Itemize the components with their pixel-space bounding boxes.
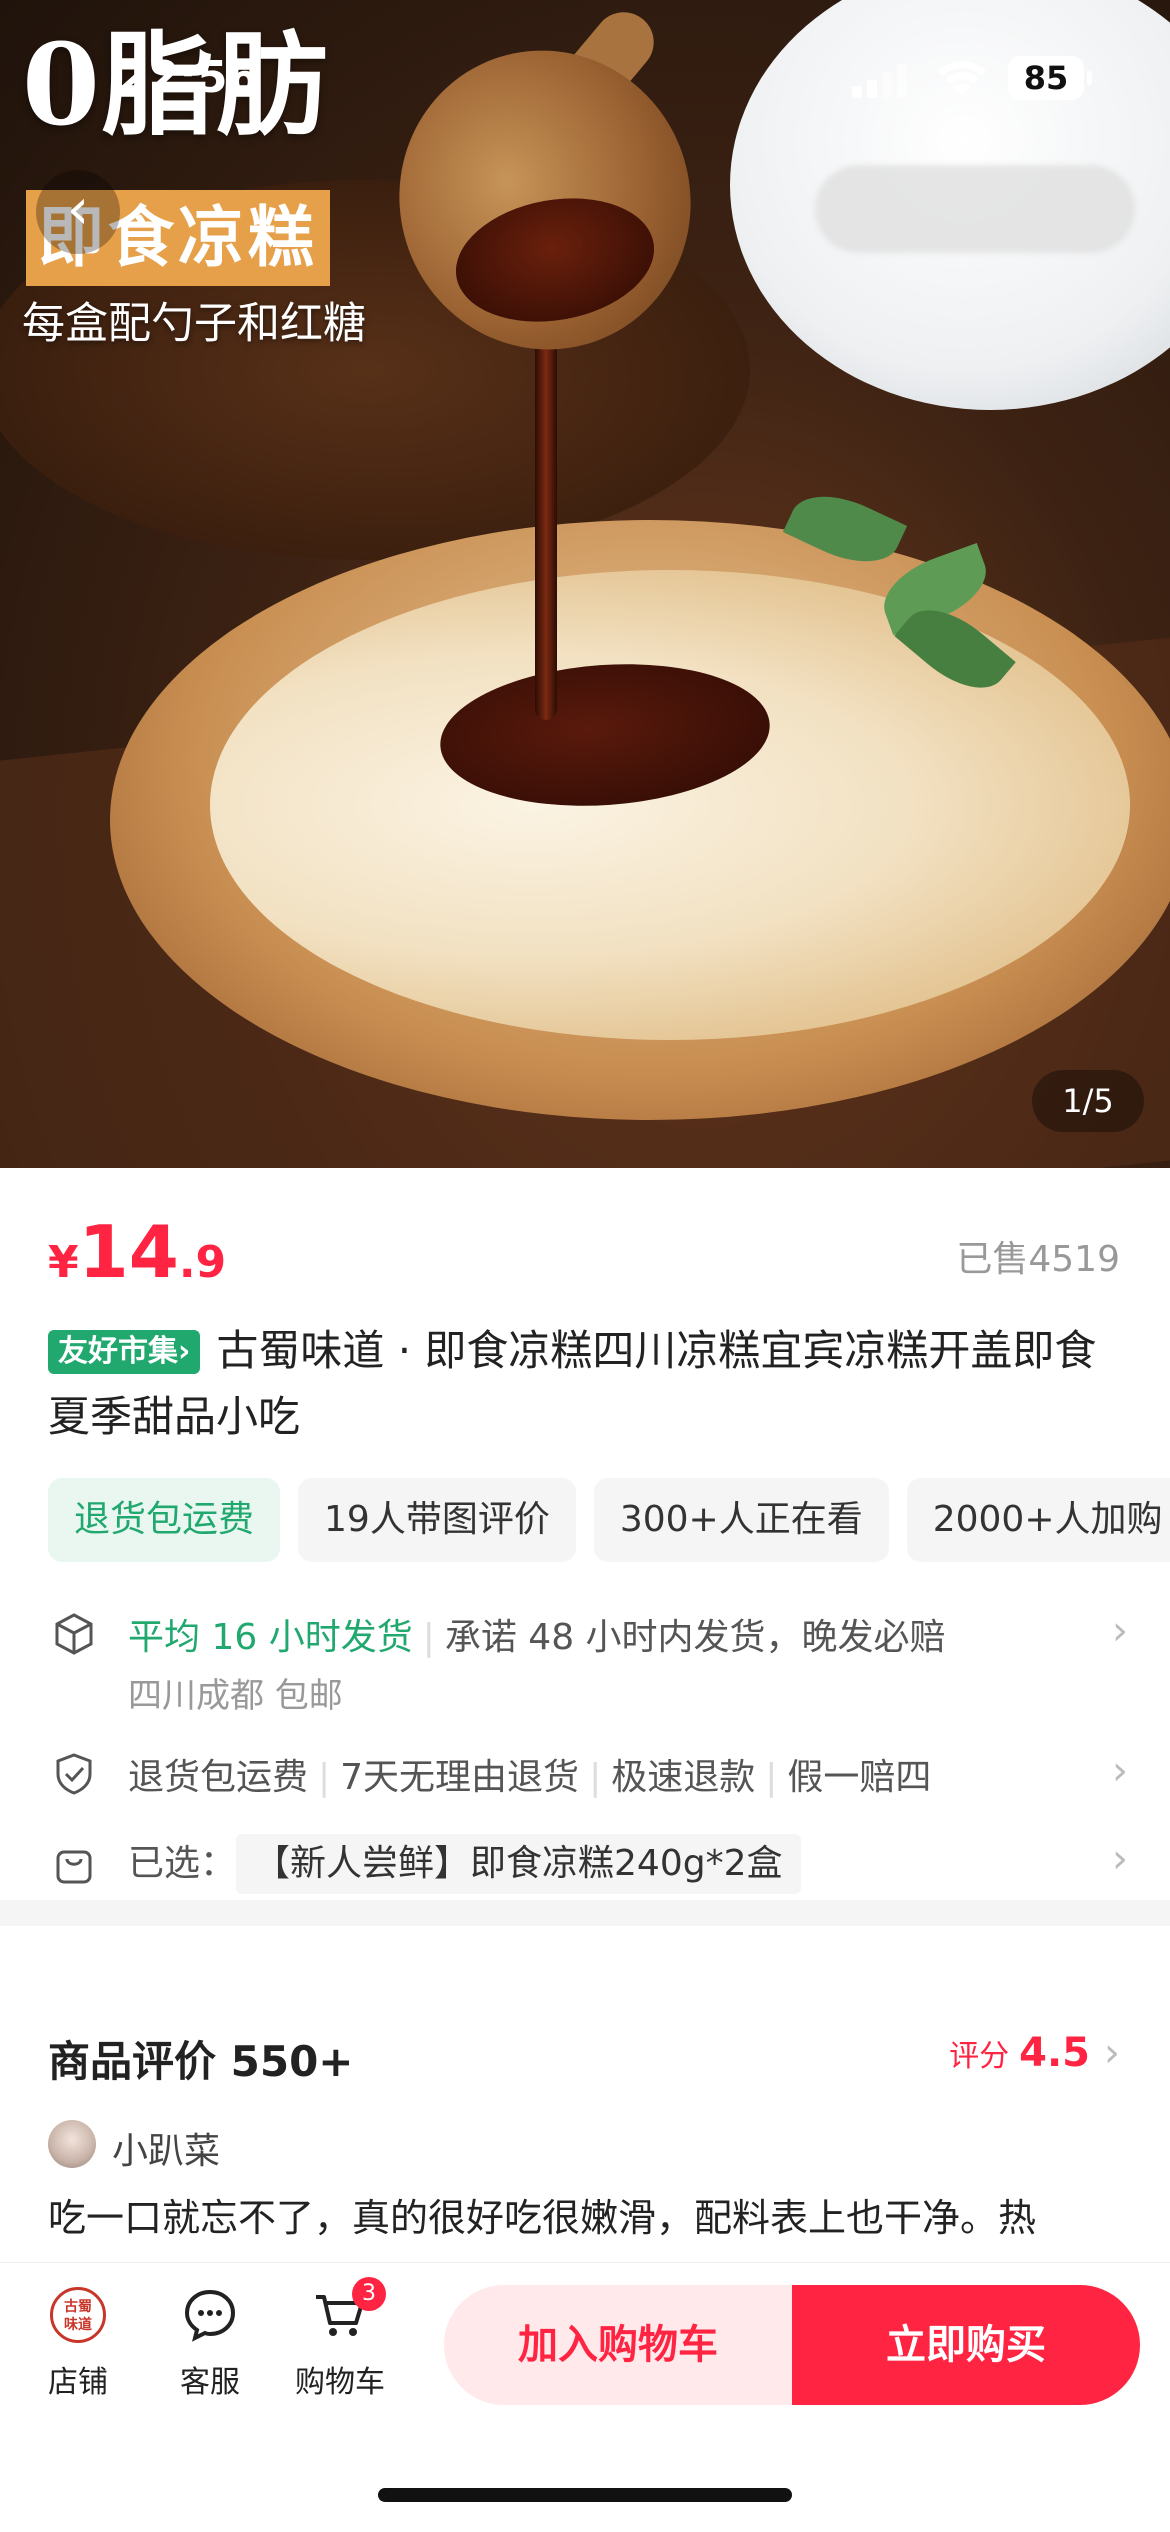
product-title-block: 友好市集› 古蜀味道 · 即食凉糕四川凉糕宜宾凉糕开盖即食夏季甜品小吃 <box>48 1318 1118 1450</box>
cart-nav-button[interactable]: 3 购物车 <box>280 2277 400 2401</box>
chevron-right-icon: › <box>1104 2030 1120 2076</box>
chip-added-to-cart[interactable]: 2000+人加购 <box>906 1478 1170 1562</box>
shop-button[interactable]: 古蜀味道 店铺 <box>18 2287 138 2401</box>
wifi-icon <box>938 61 986 96</box>
cellular-signal-icon <box>852 64 908 98</box>
chip-return-shipping[interactable]: 退货包运费 <box>48 1478 281 1562</box>
rice-cake <box>210 570 1130 1040</box>
package-icon <box>55 1613 93 1655</box>
price-integer: 14 <box>78 1210 179 1294</box>
chevron-right-icon: › <box>1112 1608 1128 1654</box>
sold-count: 已售4519 <box>956 1239 1120 1280</box>
cart-icon-wrap: 3 <box>312 2277 386 2343</box>
customer-service-button[interactable]: 客服 <box>150 2287 270 2401</box>
shop-label: 店铺 <box>48 2365 108 2400</box>
product-title: 古蜀味道 · 即食凉糕四川凉糕宜宾凉糕开盖即食夏季甜品小吃 <box>48 1326 1097 1441</box>
status-bar: 22:56 85 <box>0 0 1170 150</box>
guarantee-item: 退货包运费 <box>128 1757 309 1798</box>
guarantee-item: 7天无理由退货 <box>340 1757 580 1798</box>
service-label: 客服 <box>180 2365 240 2400</box>
reviews-title[interactable]: 商品评价 550+ <box>48 2028 354 2089</box>
chip-photo-reviews[interactable]: 19人带图评价 <box>298 1478 576 1562</box>
rating[interactable]: 评分 4.5 › <box>949 2030 1120 2076</box>
chat-bubble-icon <box>184 2289 236 2342</box>
avatar <box>48 2120 96 2168</box>
market-tag[interactable]: 友好市集› <box>48 1330 201 1374</box>
reviewer-name: 小趴菜 <box>112 2131 221 2172</box>
cart-label: 购物车 <box>295 2365 385 2400</box>
shop-logo-icon: 古蜀味道 <box>50 2287 106 2343</box>
guarantee-row[interactable]: 退货包运费 | 7天无理由退货 | 极速退款 | 假一赔四 › <box>48 1748 1128 1808</box>
chevron-right-icon: › <box>1112 1836 1128 1882</box>
cart-count-badge: 3 <box>352 2277 386 2311</box>
price-decimal: .9 <box>178 1237 227 1288</box>
price-currency: ¥ <box>48 1237 79 1288</box>
guarantee-item: 极速退款 <box>611 1757 756 1798</box>
shield-check-icon <box>56 1753 92 1795</box>
buy-now-button[interactable]: 立即购买 <box>792 2285 1140 2405</box>
back-button[interactable]: ‹ <box>36 170 120 254</box>
shipping-promise: 承诺 48 小时内发货，晚发必赔 <box>444 1617 946 1658</box>
section-divider <box>0 1900 1170 1926</box>
selected-label: 已选： <box>128 1843 237 1884</box>
shop-logo-text: 古蜀味道 <box>64 2299 92 2333</box>
selected-variant-row[interactable]: 已选： 【新人尝鲜】即食凉糕240g*2盒 › <box>48 1832 1128 1896</box>
rating-score: 4.5 <box>1019 2030 1090 2076</box>
home-indicator[interactable] <box>378 2488 792 2502</box>
shipping-speed: 平均 16 小时发货 <box>128 1617 413 1658</box>
shipping-row[interactable]: 平均 16 小时发货 | 承诺 48 小时内发货，晚发必赔 四川成都 包邮 › <box>48 1608 1128 1728</box>
feature-chips: 退货包运费 19人带图评价 300+人正在看 2000+人加购 <box>48 1478 1170 1562</box>
status-time: 22:56 <box>118 52 259 103</box>
promo-subtitle: 每盒配勺子和红糖 <box>22 299 366 349</box>
seller-info-blurred <box>815 165 1135 253</box>
shipping-origin: 四川成都 包邮 <box>128 1676 343 1716</box>
shopping-bag-icon <box>56 1850 92 1884</box>
rating-label: 评分 <box>949 2039 1010 2074</box>
image-counter: 1/5 <box>1032 1070 1144 1132</box>
price: ¥14.9 <box>48 1210 227 1294</box>
selected-variant: 【新人尝鲜】即食凉糕240g*2盒 <box>236 1834 801 1894</box>
chip-viewing[interactable]: 300+人正在看 <box>593 1478 889 1562</box>
add-to-cart-button[interactable]: 加入购物车 <box>444 2285 792 2405</box>
guarantee-item: 假一赔四 <box>787 1757 932 1798</box>
battery-icon: 85 <box>1008 56 1092 100</box>
chevron-right-icon: › <box>1112 1748 1128 1794</box>
review-text[interactable]: 吃一口就忘不了，真的很好吃很嫩滑，配料表上也干净。热 <box>48 2190 1128 2250</box>
syrup-drip <box>535 300 557 720</box>
